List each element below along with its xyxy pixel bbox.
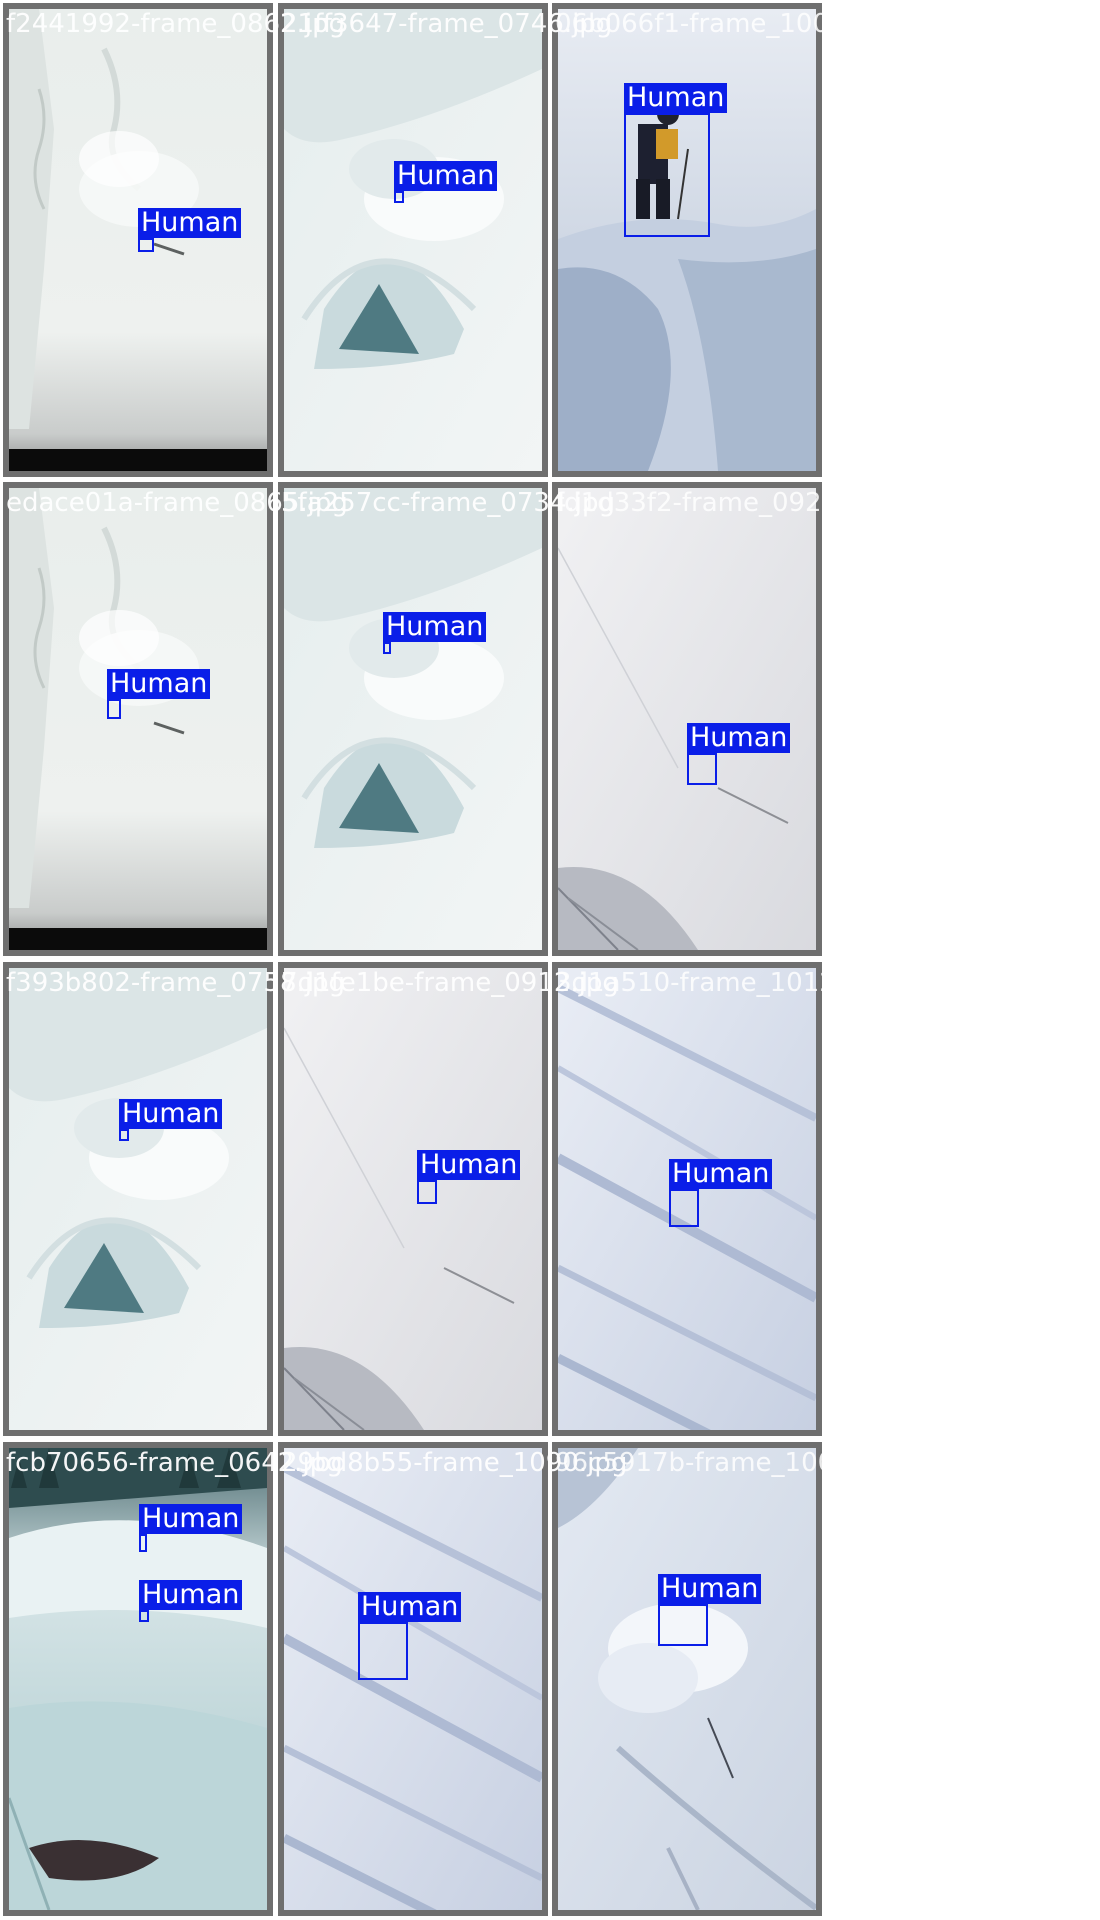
detection-label: Human xyxy=(417,1150,521,1180)
detection-label: Human xyxy=(139,1504,243,1534)
detection-label: Human xyxy=(658,1574,762,1604)
detection-box xyxy=(658,1604,708,1646)
detection-grid: Human Human Human Human Human Human Huma… xyxy=(0,0,1100,1920)
frame-image xyxy=(558,1448,816,1910)
image-tile: Human xyxy=(278,962,548,1436)
detection-label: Human xyxy=(383,612,487,642)
detection-label: Human xyxy=(624,83,728,113)
detection-box xyxy=(138,238,154,252)
frame-image xyxy=(284,488,542,950)
detection-label: Human xyxy=(119,1099,223,1129)
detection-box xyxy=(383,642,391,654)
image-tile: Human xyxy=(278,482,548,956)
detection-box xyxy=(669,1189,699,1227)
image-tile: Human xyxy=(552,482,822,956)
image-tile: Human xyxy=(552,1442,822,1916)
detection-box xyxy=(139,1610,149,1622)
frame-image xyxy=(9,968,267,1430)
image-tile: Human Human xyxy=(3,1442,273,1916)
frame-image xyxy=(9,488,267,950)
detection-label: Human xyxy=(358,1592,462,1622)
detection-label: Human xyxy=(138,208,242,238)
detection-box xyxy=(119,1129,129,1141)
detection-box xyxy=(394,191,404,203)
detection-label: Human xyxy=(669,1159,773,1189)
detection-label: Human xyxy=(687,723,791,753)
frame-image xyxy=(284,9,542,471)
detection-label: Human xyxy=(139,1580,243,1610)
detection-label: Human xyxy=(394,161,498,191)
detection-box xyxy=(358,1622,408,1680)
frame-image xyxy=(558,488,816,950)
frame-image xyxy=(558,9,816,471)
detection-box xyxy=(624,113,710,237)
detection-box xyxy=(687,753,717,785)
detection-box xyxy=(139,1534,147,1552)
image-tile: Human xyxy=(3,482,273,956)
image-tile: Human xyxy=(278,3,548,477)
detection-box xyxy=(417,1180,437,1204)
detection-box xyxy=(107,699,121,719)
image-tile: Human xyxy=(552,3,822,477)
image-tile: Human xyxy=(552,962,822,1436)
image-tile: Human xyxy=(278,1442,548,1916)
frame-image xyxy=(284,1448,542,1910)
frame-image xyxy=(284,968,542,1430)
image-tile: Human xyxy=(3,962,273,1436)
detection-label: Human xyxy=(107,669,211,699)
image-tile: Human xyxy=(3,3,273,477)
